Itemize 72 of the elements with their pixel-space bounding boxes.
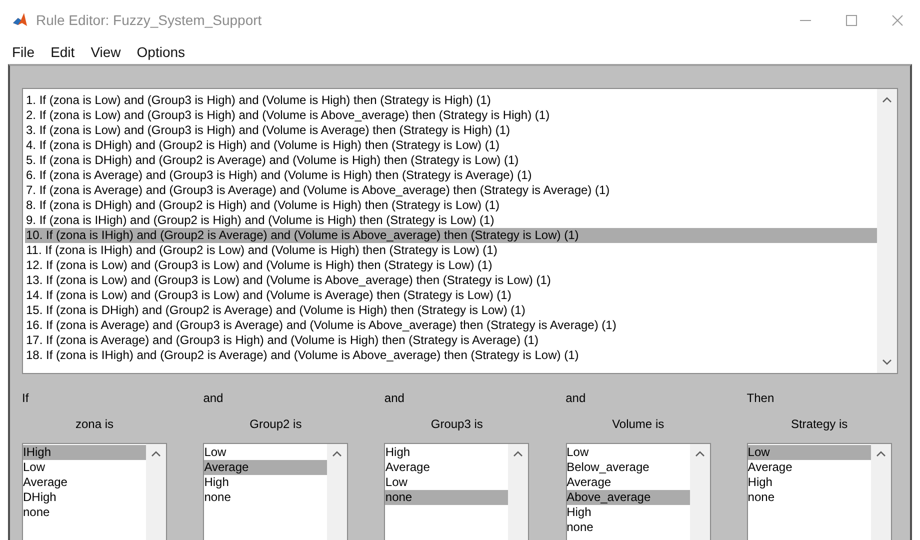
rule-row[interactable]: 11. If (zona is IHigh) and (Group2 is Low) and (Volume is High) then (Strategy is Low) (1) bbox=[25, 243, 877, 258]
option-item[interactable]: Low bbox=[566, 445, 690, 460]
rule-row[interactable]: 7. If (zona is Average) and (Group3 is Average) and (Volume is Above_average) then (Strategy is Average) (1) bbox=[25, 183, 877, 198]
rule-row[interactable]: 13. If (zona is Low) and (Group3 is Low) and (Volume is Above_average) then (Strategy is Low) (1) bbox=[25, 273, 877, 288]
scroll-up-icon[interactable] bbox=[332, 451, 342, 457]
option-item[interactable]: Average bbox=[23, 475, 146, 490]
rule-row[interactable]: 16. If (zona is Average) and (Group3 is Average) and (Volume is Above_average) then (Strategy is Average) (1) bbox=[25, 318, 877, 333]
rule-row[interactable]: 14. If (zona is Low) and (Group3 is Low) and (Volume is Average) then (Strategy is Low) (1) bbox=[25, 288, 877, 303]
option-item[interactable]: Average bbox=[204, 460, 328, 475]
scroll-down-icon[interactable] bbox=[882, 359, 892, 365]
scroll-up-icon[interactable] bbox=[876, 451, 886, 457]
option-item[interactable]: none bbox=[23, 505, 146, 520]
app-logo-icon bbox=[12, 12, 28, 28]
connector-label: and bbox=[203, 390, 224, 406]
rule-row[interactable]: 6. If (zona is Average) and (Group3 is High) and (Volume is High) then (Strategy is Average) (1) bbox=[25, 168, 877, 183]
option-item[interactable]: High bbox=[566, 505, 690, 520]
variable-label: zona is bbox=[74, 416, 115, 432]
rule-row[interactable]: 5. If (zona is DHigh) and (Group2 is Average) and (Volume is High) then (Strategy is Low) (1) bbox=[25, 153, 877, 168]
close-icon bbox=[892, 14, 902, 26]
scrollbar[interactable] bbox=[877, 89, 897, 373]
rule-row[interactable]: 1. If (zona is Low) and (Group3 is High) and (Volume is High) then (Strategy is High) (1) bbox=[25, 93, 877, 108]
rule-row[interactable]: 3. If (zona is Low) and (Group3 is High) and (Volume is Average) then (Strategy is High) (1) bbox=[25, 123, 877, 138]
scrollbar[interactable] bbox=[870, 444, 891, 540]
maximize-icon bbox=[846, 14, 856, 26]
option-item[interactable]: High bbox=[204, 475, 328, 490]
scrollbar[interactable] bbox=[690, 444, 710, 540]
variable-label: Group3 is bbox=[430, 416, 484, 432]
option-item[interactable]: Above_average bbox=[566, 490, 690, 505]
option-item[interactable]: Average bbox=[748, 460, 871, 475]
option-item[interactable]: Average bbox=[566, 475, 690, 490]
scroll-up-icon[interactable] bbox=[151, 451, 161, 457]
connector-label: If bbox=[22, 390, 30, 406]
variable-label: Group2 is bbox=[248, 416, 303, 432]
connector-label: Then bbox=[746, 390, 776, 406]
variable-label: Volume is bbox=[611, 416, 666, 432]
option-item[interactable]: High bbox=[385, 445, 508, 460]
option-item[interactable]: Low bbox=[385, 475, 508, 490]
menu-item[interactable]: Edit bbox=[42, 42, 83, 62]
option-item[interactable]: DHigh bbox=[23, 490, 146, 505]
option-item[interactable]: Low bbox=[204, 445, 328, 460]
rule-row[interactable]: 15. If (zona is DHigh) and (Group2 is Average) and (Volume is High) then (Strategy is Low) (1) bbox=[25, 303, 877, 318]
option-item[interactable]: Average bbox=[385, 460, 508, 475]
rule-row[interactable]: 18. If (zona is IHigh) and (Group2 is Average) and (Volume is Above_average) then (Strategy is Low) (1) bbox=[25, 348, 877, 363]
variable-label: Strategy is bbox=[790, 416, 849, 432]
option-item[interactable]: Low bbox=[23, 460, 146, 475]
rule-row[interactable]: 4. If (zona is DHigh) and (Group2 is High) and (Volume is High) then (Strategy is Low) (1) bbox=[25, 138, 877, 153]
menu-item[interactable]: View bbox=[82, 42, 129, 62]
option-item[interactable]: Low bbox=[748, 445, 871, 460]
scrollbar[interactable] bbox=[146, 444, 166, 540]
scroll-up-icon[interactable] bbox=[694, 451, 705, 457]
scrollbar[interactable] bbox=[508, 444, 528, 540]
connector-label: and bbox=[384, 390, 406, 406]
rule-row[interactable]: 9. If (zona is IHigh) and (Group2 is High) and (Volume is High) then (Strategy is Low) (1) bbox=[25, 213, 877, 228]
scrollbar[interactable] bbox=[327, 444, 348, 540]
rule-row[interactable]: 12. If (zona is Low) and (Group3 is Low) and (Volume is High) then (Strategy is Low) (1) bbox=[25, 258, 877, 273]
option-item[interactable]: IHigh bbox=[23, 445, 146, 460]
option-item[interactable]: none bbox=[566, 520, 690, 535]
rule-row[interactable]: 10. If (zona is IHigh) and (Group2 is Average) and (Volume is Above_average) then (Strategy is Low) (1) bbox=[25, 228, 877, 243]
option-item[interactable]: none bbox=[385, 490, 508, 505]
option-item[interactable]: none bbox=[748, 490, 871, 505]
option-item[interactable]: none bbox=[204, 490, 328, 505]
window-title: Rule Editor: Fuzzy_System_Support bbox=[36, 10, 262, 30]
option-item[interactable]: Below_average bbox=[566, 460, 690, 475]
rule-row[interactable]: 2. If (zona is Low) and (Group3 is High) and (Volume is Above_average) then (Strategy is High) (1) bbox=[25, 108, 877, 123]
connector-label: and bbox=[566, 390, 587, 406]
scroll-up-icon[interactable] bbox=[513, 451, 524, 457]
menu-item[interactable]: File bbox=[4, 42, 43, 62]
rule-row[interactable]: 17. If (zona is Average) and (Group3 is High) and (Volume is High) then (Strategy is Average) (1) bbox=[25, 333, 877, 348]
scroll-up-icon[interactable] bbox=[882, 97, 892, 103]
rule-row[interactable]: 8. If (zona is DHigh) and (Group2 is High) and (Volume is High) then (Strategy is Low) (1) bbox=[25, 198, 877, 213]
option-item[interactable]: High bbox=[748, 475, 871, 490]
menu-item[interactable]: Options bbox=[128, 42, 194, 62]
